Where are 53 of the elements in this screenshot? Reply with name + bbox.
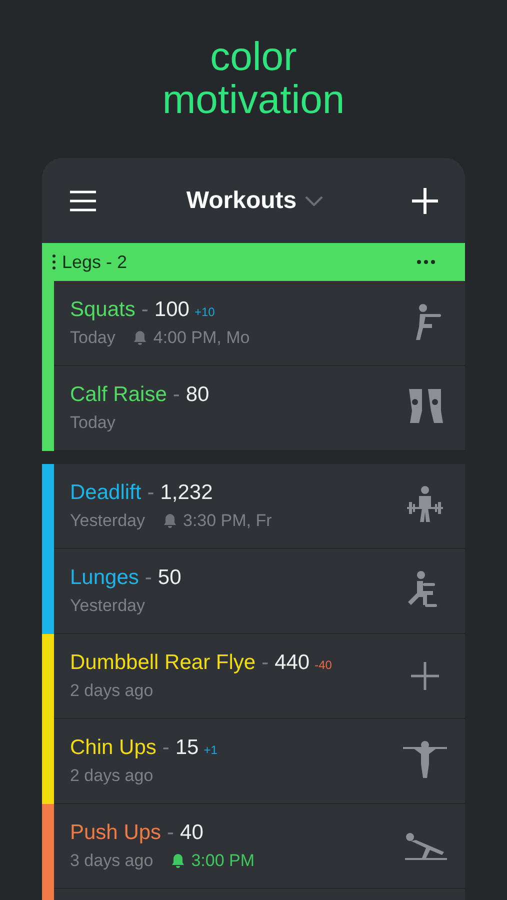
dash: -: [141, 298, 148, 322]
exercise-row[interactable]: Lunges - 50 Yesterday: [54, 549, 465, 634]
group-name: Legs - 2: [62, 252, 128, 272]
drag-handle-icon[interactable]: [52, 254, 56, 270]
menu-icon[interactable]: [68, 190, 98, 212]
exercise-name: Calf Raise: [70, 383, 167, 407]
last-done-text: Yesterday: [70, 511, 145, 531]
chevron-down-icon[interactable]: [304, 196, 323, 206]
exercise-name: Dumbbell Rear Flye: [70, 651, 256, 675]
exercise-row[interactable]: Deadlift - 1,232 Yesterday 3:30 PM, Fr: [54, 464, 465, 549]
exercise-row[interactable]: Push Ups - 40 3 days ago 3:00 PM: [54, 804, 465, 889]
dash: -: [167, 821, 174, 845]
reminder-time: 4:00 PM, Mo: [153, 328, 250, 348]
exercise-value: 40: [180, 821, 204, 845]
dash: -: [147, 481, 154, 505]
change-value: +1: [204, 743, 218, 757]
bell-icon: [133, 330, 148, 346]
dash: -: [172, 383, 180, 407]
exercise-name: Squats: [70, 298, 136, 322]
last-done-text: 3 days ago: [70, 851, 154, 871]
more-icon[interactable]: [417, 260, 435, 264]
exercise-row[interactable]: Squats - 100 +10 Today 4:00 PM, Mo: [54, 281, 465, 366]
exercise-value: 1,232: [160, 481, 213, 505]
bell-icon: [162, 513, 177, 529]
dash: -: [162, 736, 170, 760]
last-done-text: Today: [70, 328, 116, 348]
exercise-row[interactable]: Dumbbell Rear Flye - 440 -40 2 days ago: [54, 634, 465, 719]
exercise-value: 100: [154, 298, 190, 322]
change-value: -40: [314, 658, 332, 672]
bell-icon: [171, 853, 186, 869]
change-value: +10: [194, 305, 215, 319]
last-done-text: Today: [70, 413, 116, 433]
headline-text: color: [210, 36, 297, 79]
dash: -: [144, 566, 152, 590]
exercise-value: 440: [274, 651, 310, 675]
exercise-name: Chin Ups: [70, 736, 156, 760]
exercise-name: Deadlift: [70, 481, 142, 505]
headline-text: motivation: [162, 79, 345, 122]
last-done-text: 2 days ago: [70, 681, 154, 701]
add-icon[interactable]: [410, 186, 439, 214]
last-done-text: Yesterday: [70, 596, 145, 616]
reminder-time: 3:00 PM: [191, 851, 254, 871]
reminder-time: 3:30 PM, Fr: [182, 511, 272, 531]
exercise-value: 80: [186, 383, 210, 407]
exercise-name: Lunges: [70, 566, 139, 590]
exercise-value: 15: [175, 736, 199, 760]
dash: -: [262, 651, 269, 675]
exercise-name: Push Ups: [70, 821, 162, 845]
last-done-text: 2 days ago: [70, 766, 154, 786]
exercise-row[interactable]: Chin Ups - 15 +1 2 days ago: [54, 719, 465, 804]
exercise-value: 50: [158, 566, 182, 590]
screen-title[interactable]: Workouts: [186, 186, 297, 214]
group-header[interactable]: Legs - 2: [42, 243, 465, 281]
